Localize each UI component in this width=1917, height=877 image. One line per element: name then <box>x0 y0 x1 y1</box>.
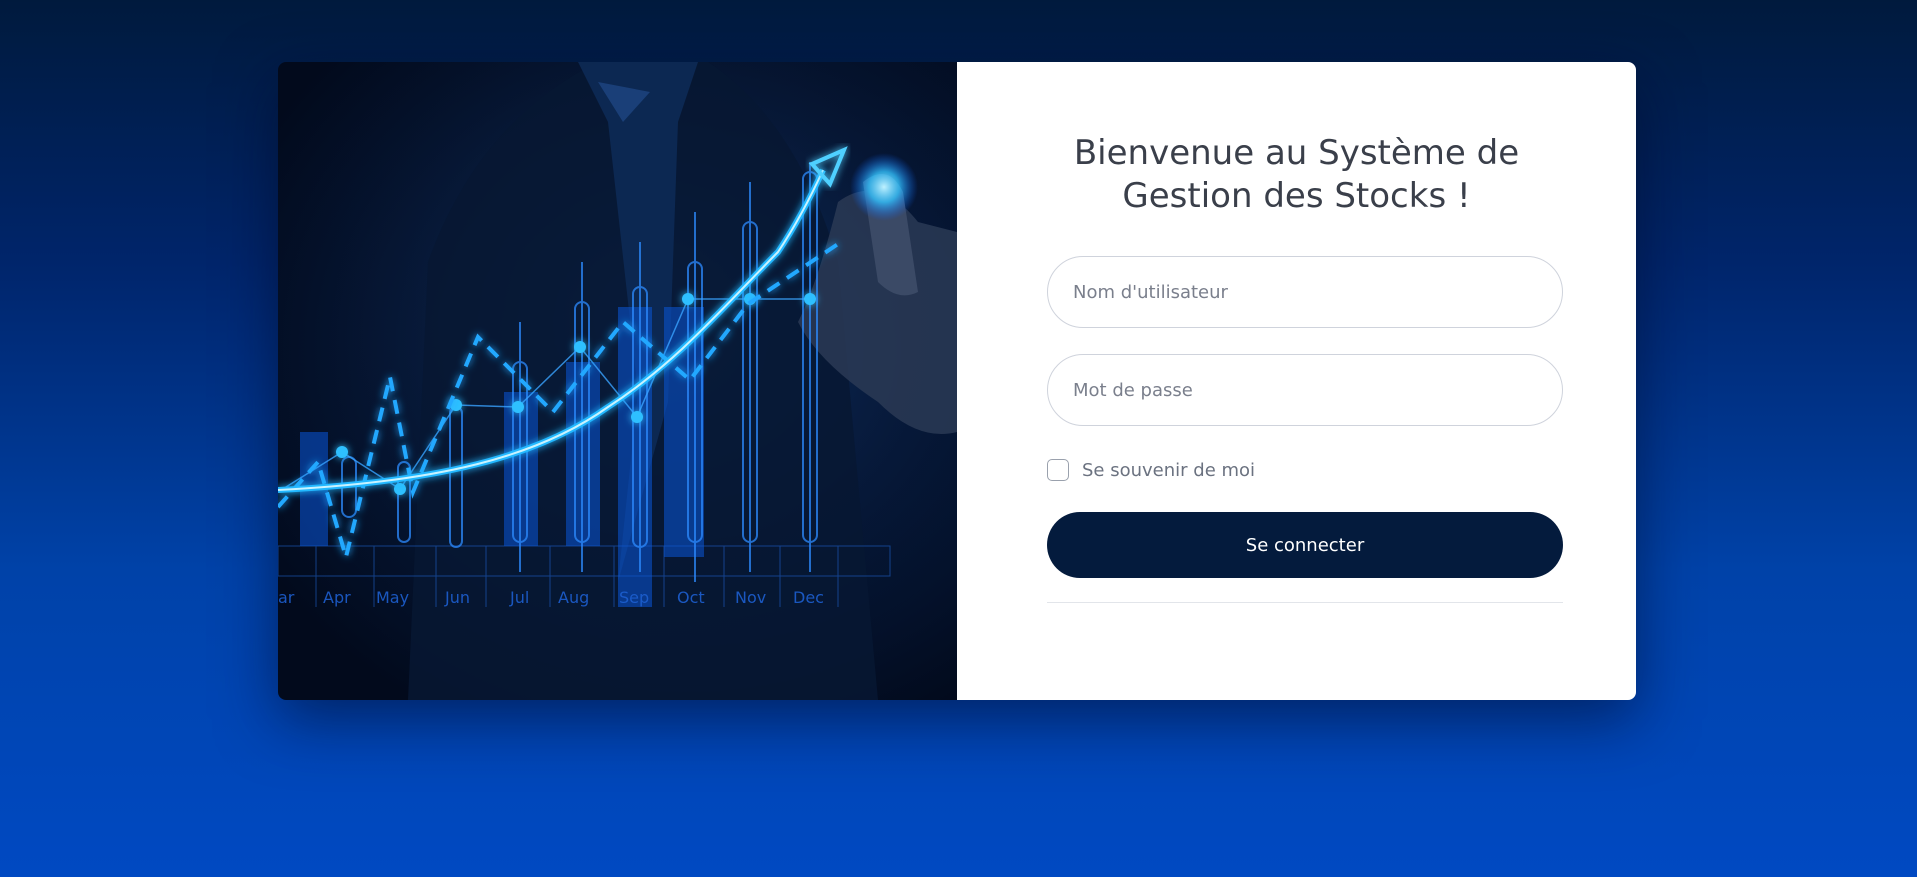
month-label: Oct <box>677 588 705 607</box>
month-label: May <box>376 588 409 607</box>
stock-chart-illustration: ar Apr May Jun Jul Aug Sep Oct Nov Dec <box>278 62 957 700</box>
login-panel: Bienvenue au Système de Gestion des Stoc… <box>957 62 1636 700</box>
remember-me[interactable]: Se souvenir de moi <box>1047 459 1255 481</box>
page-title: Bienvenue au Système de Gestion des Stoc… <box>957 132 1636 218</box>
username-input[interactable] <box>1047 256 1563 328</box>
month-label: Jul <box>509 588 529 607</box>
password-input[interactable] <box>1047 354 1563 426</box>
remember-me-label[interactable]: Se souvenir de moi <box>1082 460 1255 481</box>
login-button[interactable]: Se connecter <box>1047 512 1563 578</box>
month-label: Sep <box>619 588 649 607</box>
month-label: Nov <box>735 588 766 607</box>
hero-image: ar Apr May Jun Jul Aug Sep Oct Nov Dec <box>278 62 957 700</box>
month-label: Jun <box>444 588 470 607</box>
title-line-2: Gestion des Stocks ! <box>1122 176 1471 216</box>
month-label: ar <box>278 588 295 607</box>
month-label: Aug <box>558 588 589 607</box>
divider <box>1047 602 1563 603</box>
remember-me-checkbox[interactable] <box>1047 459 1069 481</box>
title-line-1: Bienvenue au Système de <box>1073 133 1520 173</box>
month-label: Apr <box>323 588 351 607</box>
month-label: Dec <box>793 588 824 607</box>
login-card: ar Apr May Jun Jul Aug Sep Oct Nov Dec B… <box>278 62 1636 700</box>
